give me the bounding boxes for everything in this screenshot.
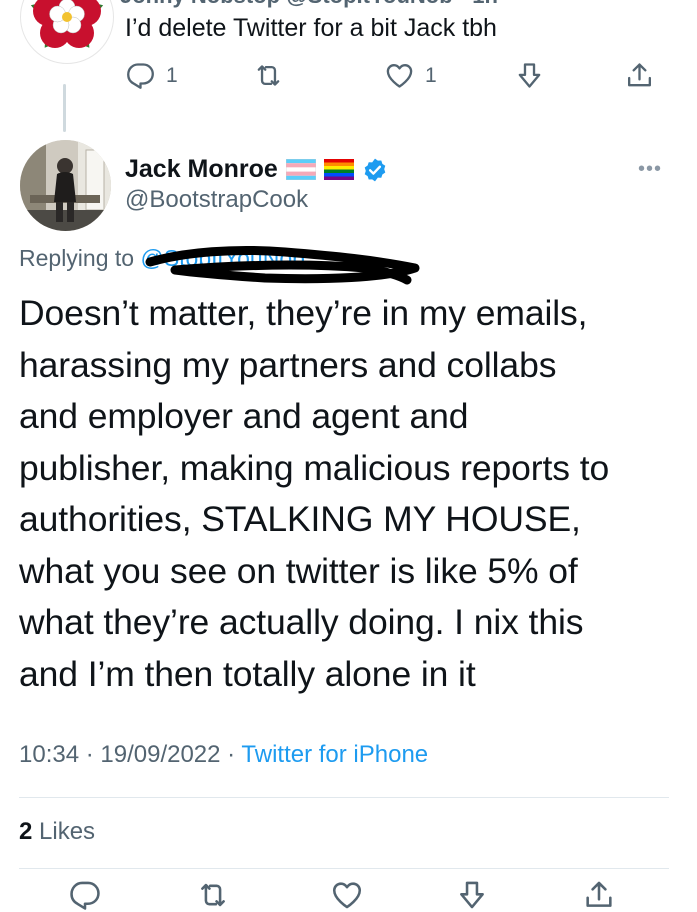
bookmark-icon[interactable] bbox=[455, 878, 489, 912]
previous-tweet-header[interactable]: Jonny Nobstop @StopItYouNob · 1h bbox=[120, 0, 498, 9]
scribble-redaction bbox=[145, 245, 420, 285]
author-handle[interactable]: @BootstrapCook bbox=[125, 186, 308, 214]
tweet-timestamp[interactable]: 10:34 · 19/09/2022 · bbox=[19, 741, 241, 768]
share-icon bbox=[628, 63, 651, 87]
author-name[interactable]: Jack Monroe bbox=[125, 155, 278, 184]
tudor-rose-icon bbox=[30, 0, 104, 48]
previous-tweet-avatar[interactable] bbox=[20, 0, 114, 64]
author-name-line[interactable]: Jack Monroe bbox=[125, 155, 388, 184]
like-icon[interactable] bbox=[330, 878, 364, 912]
previous-like-count: 1 bbox=[425, 63, 437, 87]
rainbow-flag-emoji bbox=[323, 159, 354, 180]
previous-reply-button[interactable]: 1 bbox=[125, 60, 178, 91]
bookmark-icon bbox=[518, 63, 541, 88]
profile-photo bbox=[20, 140, 111, 231]
trans-flag-emoji bbox=[285, 159, 316, 180]
verified-badge-icon bbox=[364, 158, 386, 181]
reply-icon bbox=[127, 63, 154, 89]
thread-connector-line bbox=[63, 84, 66, 132]
reply-icon[interactable] bbox=[68, 878, 102, 912]
divider-top bbox=[19, 797, 669, 798]
more-options-button[interactable]: ••• bbox=[638, 158, 662, 181]
tweet-source-link[interactable]: Twitter for iPhone bbox=[241, 741, 428, 768]
tweet-metadata: 10:34 · 19/09/2022 · Twitter for iPhone bbox=[19, 741, 428, 769]
previous-share-button[interactable] bbox=[624, 60, 655, 91]
previous-like-button[interactable]: 1 bbox=[384, 60, 437, 91]
retweet-icon bbox=[257, 65, 280, 86]
previous-bookmark-button[interactable] bbox=[514, 60, 545, 91]
share-icon[interactable] bbox=[582, 878, 616, 912]
previous-reply-count: 1 bbox=[166, 63, 178, 87]
tweet-text: Doesn’t matter, they’re in my emails, ha… bbox=[19, 293, 610, 694]
divider-bottom bbox=[19, 868, 669, 869]
previous-retweet-button[interactable] bbox=[253, 60, 284, 91]
retweet-icon[interactable] bbox=[196, 878, 230, 912]
likes-label: Likes bbox=[32, 818, 96, 845]
replying-to-label: Replying to bbox=[19, 245, 141, 271]
previous-tweet-text: I’d delete Twitter for a bit Jack tbh bbox=[125, 14, 497, 42]
likes-count-link[interactable]: 2 Likes bbox=[19, 818, 95, 846]
like-icon bbox=[386, 64, 413, 88]
likes-count: 2 bbox=[19, 818, 33, 845]
author-avatar[interactable] bbox=[20, 140, 111, 231]
